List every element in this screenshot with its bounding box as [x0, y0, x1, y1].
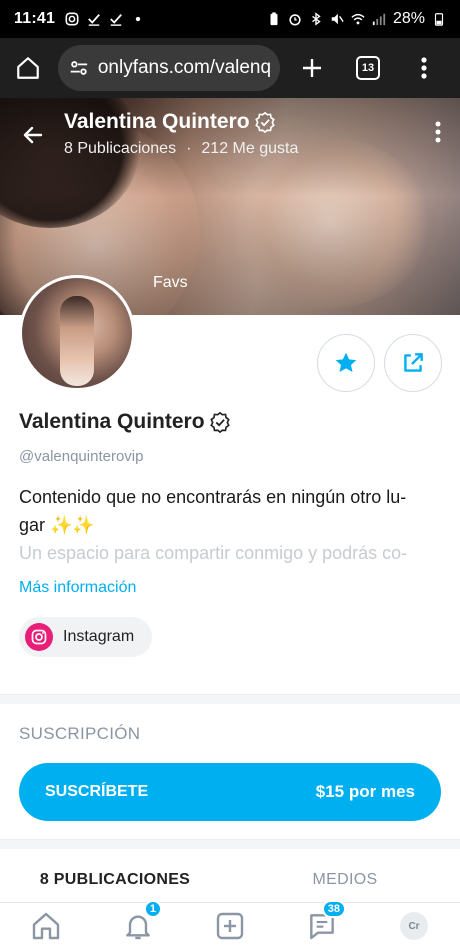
subscribe-button[interactable]: SUSCRÍBETE $15 por mes [19, 763, 441, 821]
plus-icon [303, 59, 321, 77]
status-time: 11:41 [14, 10, 56, 27]
check-notification-icon [88, 14, 100, 26]
avatar-photo-shape [60, 296, 94, 386]
messages-badge: 38 [321, 900, 346, 918]
profile-handle: @valenquinterovip [19, 448, 144, 465]
home-icon [17, 57, 39, 79]
bio-line: gar ✨✨ [19, 515, 95, 535]
battery-percent: 28% [392, 10, 425, 27]
nav-profile[interactable]: Cr [394, 906, 434, 946]
bio-line: Contenido que no encontrarás en ningún o… [19, 487, 407, 507]
battery-icon [434, 13, 444, 26]
instagram-notification-icon [65, 12, 79, 26]
home-icon [32, 912, 60, 940]
profile-name-row: Valentina Quintero [19, 410, 444, 434]
tab-switcher-button[interactable]: 13 [350, 50, 386, 86]
arrow-left-icon [23, 126, 43, 144]
more-info-link[interactable]: Más información [19, 579, 444, 597]
avatar[interactable] [19, 275, 135, 391]
nav-messages[interactable]: 38 [302, 900, 346, 946]
subscription-title: SUSCRIPCIÓN [19, 724, 141, 743]
nav-home[interactable] [26, 906, 66, 946]
bottom-navigation: 1 38 Cr [0, 900, 460, 949]
notifications-badge: 1 [143, 900, 162, 918]
bluetooth-icon [312, 12, 321, 26]
new-tab-button[interactable] [294, 50, 330, 86]
alarm-icon [289, 14, 301, 26]
content-tabs: 8 PUBLICACIONES MEDIOS [0, 858, 460, 902]
favorite-button[interactable] [317, 334, 375, 392]
likes-count: 212 Me gusta [201, 140, 299, 157]
wifi-icon [351, 13, 365, 25]
site-settings-icon [70, 61, 88, 75]
browser-toolbar: onlyfans.com/valenq 13 [0, 38, 460, 98]
signal-icon [372, 13, 386, 26]
mute-icon [331, 13, 344, 25]
nav-create[interactable] [210, 906, 250, 946]
profile-name: Valentina Quintero [19, 410, 205, 433]
instagram-chip-label: Instagram [63, 628, 135, 645]
tab-media[interactable]: MEDIOS [230, 858, 460, 902]
check-notification-icon [110, 14, 122, 26]
profile-info: Valentina Quintero @valenquinterovip Con… [19, 410, 444, 657]
banner-name: Valentina Quintero [64, 110, 250, 133]
verified-icon [254, 111, 275, 133]
battery-saver-icon [270, 12, 278, 26]
back-button[interactable] [18, 120, 48, 150]
star-icon [335, 352, 357, 372]
instagram-icon [25, 623, 53, 651]
verified-icon [209, 411, 230, 433]
stat-separator: · [186, 140, 192, 157]
banner-title: Valentina Quintero [64, 110, 298, 134]
publications-count: 8 Publicaciones [64, 140, 177, 157]
favs-label[interactable]: Favs [153, 274, 188, 292]
home-button[interactable] [10, 50, 46, 86]
browser-menu-button[interactable] [406, 50, 442, 86]
dot-icon [135, 16, 141, 22]
tab-count: 13 [356, 56, 380, 80]
status-bar: 11:41 28% [0, 0, 460, 38]
nav-notifications[interactable]: 1 [118, 900, 162, 946]
bio-line-faded: Un espacio para compartir conmigo y podr… [19, 543, 408, 563]
profile-more-icon[interactable] [434, 120, 442, 144]
url-text: onlyfans.com/valenq [97, 57, 270, 78]
profile-bio: Contenido que no encontrarás en ningún o… [19, 483, 444, 567]
section-divider [0, 694, 460, 704]
banner-stats: 8 Publicaciones · 212 Me gusta [64, 140, 298, 158]
share-button[interactable] [384, 334, 442, 392]
subscribe-price: $15 por mes [315, 782, 415, 801]
tab-publications[interactable]: 8 PUBLICACIONES [0, 858, 230, 902]
instagram-chip[interactable]: Instagram [19, 617, 153, 657]
subscribe-label: SUSCRÍBETE [45, 783, 149, 800]
user-avatar-initials: Cr [400, 912, 428, 940]
add-post-icon [216, 912, 244, 940]
address-bar[interactable]: onlyfans.com/valenq [58, 45, 280, 91]
section-divider [0, 839, 460, 849]
share-icon [404, 353, 423, 372]
more-vert-icon [421, 57, 427, 79]
